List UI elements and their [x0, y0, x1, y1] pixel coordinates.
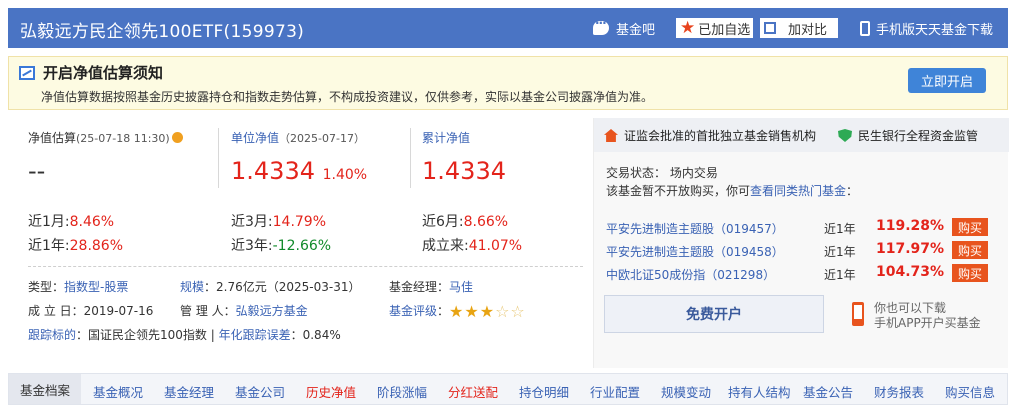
fund-section-nav: 基金档案 基金概况 基金经理 基金公司 历史净值 阶段涨幅 分红送配 持仓明细 … — [8, 373, 1008, 405]
nav-scale-change[interactable]: 规模变动 — [661, 382, 711, 401]
perf-3m: 近3月:14.79% — [231, 214, 327, 230]
nav-financial-reports[interactable]: 财务报表 — [874, 382, 924, 401]
cumulative-nav-label[interactable]: 累计净值 — [422, 129, 470, 146]
section-divider — [28, 266, 583, 267]
nav-purchase-info[interactable]: 购买信息 — [945, 382, 995, 401]
open-account-button[interactable]: 免费开户 — [604, 295, 824, 333]
favorite-button[interactable]: ★ 已加自选 — [676, 18, 753, 38]
divider — [218, 128, 219, 188]
compare-button[interactable]: 加对比 — [760, 18, 838, 38]
cumulative-nav-value: 1.4334 — [422, 157, 506, 185]
fund-forum-button[interactable]: 基金吧 — [593, 16, 655, 40]
fund-scale: 规模：2.76亿元（2025-03-31） — [180, 280, 361, 294]
unit-nav-date: （2025-07-17） — [279, 132, 365, 145]
fund-admin-link[interactable]: 弘毅远方基金 — [236, 304, 308, 318]
recommended-fund-name[interactable]: 中欧北证50成份指（021298） — [606, 266, 775, 283]
rating-stars: ★★★☆☆ — [449, 302, 526, 321]
fund-admin: 管 理 人：弘毅远方基金 — [180, 304, 308, 318]
fund-rating-link[interactable]: 基金评级 — [389, 304, 437, 318]
estimate-block: 净值估算(25-07-18 11:30) -- — [28, 129, 183, 185]
tracking-link[interactable]: 跟踪标的 — [28, 328, 76, 342]
chat-bubble-icon — [593, 16, 609, 35]
nav-dividends[interactable]: 分红送配 — [448, 382, 498, 401]
mobile-app-icon — [852, 302, 864, 326]
bank-badge: 民生银行全程资金监管 — [838, 127, 978, 144]
nav-holdings[interactable]: 持仓明细 — [519, 382, 569, 401]
buy-button[interactable]: 购买 — [952, 218, 988, 236]
perf-since-inception: 成立来:41.07% — [422, 238, 523, 254]
fund-manager-link[interactable]: 马佳 — [449, 280, 473, 294]
nav-fund-manager[interactable]: 基金经理 — [164, 382, 214, 401]
recommended-fund-row: 中欧北证50成份指（021298） 近1年 104.73% 购买 — [606, 264, 1001, 282]
favorite-label: 已加自选 — [698, 22, 751, 38]
nav-fund-company[interactable]: 基金公司 — [235, 382, 285, 401]
fund-rating: 基金评级：★★★☆☆ — [389, 302, 526, 321]
recommended-fund-row: 平安先进制造主题股（019457） 近1年 119.28% 购买 — [606, 218, 1001, 236]
nav-fund-archive: 基金档案 — [9, 374, 81, 404]
buy-button[interactable]: 购买 — [952, 241, 988, 259]
nav-announcements[interactable]: 基金公告 — [803, 382, 853, 401]
trust-badges: 证监会批准的首批独立基金销售机构 民生银行全程资金监管 — [594, 118, 1009, 152]
cumulative-nav-block: 累计净值 1.4334 — [422, 129, 506, 185]
fund-type-link[interactable]: 指数型-股票 — [64, 280, 128, 294]
enable-estimate-button[interactable]: 立即开启 — [908, 68, 986, 93]
estimate-notice: 开启净值估算须知 净值估算数据按照基金历史披露持仓和指数走势估算，不构成投资建议… — [8, 56, 1008, 110]
nav-historical-nav[interactable]: 历史净值 — [306, 382, 356, 401]
fund-manager: 基金经理：马佳 — [389, 280, 474, 294]
buy-button[interactable]: 购买 — [952, 264, 988, 282]
perf-1y: 近1年:28.86% — [28, 238, 124, 254]
app-download-link[interactable]: 手机版天天基金下载 — [860, 16, 993, 40]
perf-1m: 近1月:8.46% — [28, 214, 115, 230]
recommended-fund-name[interactable]: 平安先进制造主题股（019458） — [606, 243, 784, 260]
csrc-badge: 证监会批准的首批独立基金销售机构 — [604, 127, 816, 144]
checkbox-icon — [764, 22, 776, 34]
unit-nav-block: 单位净值（2025-07-17） 1.4334 1.40% — [231, 129, 367, 185]
trade-status: 交易状态： 场内交易 — [606, 166, 718, 180]
fund-scale-link[interactable]: 规模 — [180, 280, 204, 294]
perf-3y: 近3年:-12.66% — [231, 238, 332, 254]
app-download-label: 手机版天天基金下载 — [876, 22, 994, 38]
tracking-info: 跟踪标的：国证民企领先100指数 | 年化跟踪误差：0.84% — [28, 328, 341, 342]
divider — [410, 128, 411, 188]
nav-stage-returns[interactable]: 阶段涨幅 — [377, 382, 427, 401]
app-promo[interactable]: 你也可以下载 手机APP开户买基金 — [874, 301, 981, 331]
unit-nav-change: 1.40% — [322, 167, 368, 183]
unit-nav-value: 1.4334 — [231, 157, 315, 185]
compare-label: 加对比 — [788, 22, 828, 38]
estimate-label: 净值估算 — [28, 131, 77, 145]
estimate-value: -- — [28, 157, 46, 185]
recommended-fund-row: 平安先进制造主题股（019458） 近1年 117.97% 购买 — [606, 241, 1001, 259]
purchase-panel: 证监会批准的首批独立基金销售机构 民生银行全程资金监管 交易状态： 场内交易 该… — [593, 118, 1009, 368]
notice-text: 净值估算数据按照基金历史披露持仓和指数走势估算，不构成投资建议，仅供参考，实际以… — [41, 90, 654, 104]
fund-header: 弘毅远方民企领先100ETF(159973) 基金吧 ★ 已加自选 加对比 手机… — [8, 8, 1008, 48]
hot-funds-link[interactable]: 查看同类热门基金 — [750, 184, 846, 198]
fund-type: 类型：指数型-股票 — [28, 280, 129, 294]
nav-industry[interactable]: 行业配置 — [590, 382, 640, 401]
perf-6m: 近6月:8.66% — [422, 214, 509, 230]
fund-title: 弘毅远方民企领先100ETF(159973) — [20, 22, 305, 42]
help-icon[interactable] — [171, 132, 183, 143]
estimate-date: (25-07-18 11:30) — [76, 132, 170, 145]
not-open-text: 该基金暂不开放购买，你可查看同类热门基金： — [606, 184, 859, 198]
phone-icon — [860, 20, 870, 36]
tracking-error-link[interactable]: 年化跟踪误差 — [219, 328, 291, 342]
nav-fund-overview[interactable]: 基金概况 — [93, 382, 143, 401]
fund-overview: 净值估算(25-07-18 11:30) -- 单位净值（2025-07-17）… — [8, 118, 588, 368]
established-date: 成 立 日：2019-07-16 — [28, 304, 154, 318]
fund-forum-label: 基金吧 — [616, 22, 656, 38]
unit-nav-label[interactable]: 单位净值 — [231, 131, 279, 145]
star-icon: ★ — [680, 18, 696, 38]
recommended-fund-name[interactable]: 平安先进制造主题股（019457） — [606, 220, 784, 237]
nav-holder-structure[interactable]: 持有人结构 — [728, 382, 791, 401]
notice-title: 开启净值估算须知 — [43, 64, 164, 82]
shield-icon — [838, 129, 852, 142]
chart-trend-icon — [19, 66, 35, 80]
building-icon — [604, 129, 618, 142]
